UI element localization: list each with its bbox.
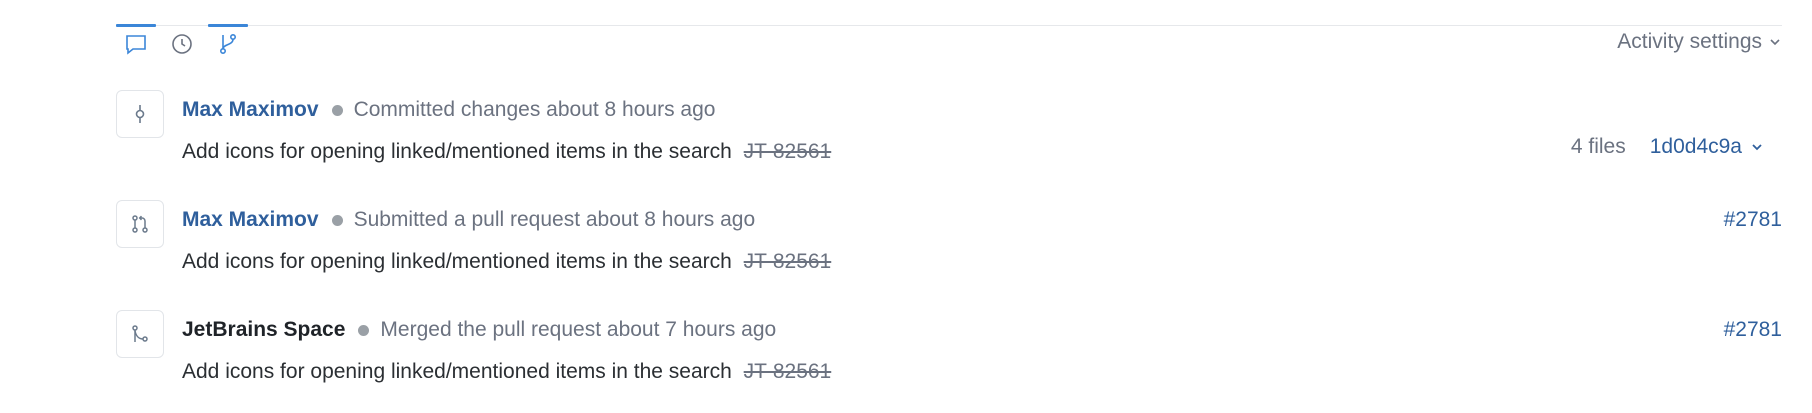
activity-filter-tabs	[116, 24, 248, 64]
commit-message: Add icons for opening linked/mentioned i…	[182, 360, 831, 384]
activity-action: Submitted a pull request about 8 hours a…	[353, 208, 756, 231]
commit-hash: 1d0d4c9a	[1649, 135, 1742, 158]
status-dot	[358, 324, 370, 336]
message-text: Add icons for opening linked/mentioned i…	[182, 360, 732, 383]
status-dot	[331, 214, 343, 226]
pull-request-link[interactable]: #2781	[1724, 208, 1782, 232]
comment-icon	[126, 35, 146, 55]
activity-item-pull-request: Max Maximov Submitted a pull request abo…	[116, 200, 1782, 290]
author-link[interactable]: JetBrains Space	[182, 318, 345, 342]
issue-link[interactable]: JT-82561	[744, 360, 832, 383]
activity-header: Max Maximov Committed changes about 8 ho…	[182, 98, 715, 122]
activity-action: Committed changes about 8 hours ago	[353, 98, 716, 121]
commit-meta: 4 files 1d0d4c9a	[1571, 135, 1764, 159]
activity-item-merge: JetBrains Space Merged the pull request …	[116, 310, 1782, 400]
commit-icon	[135, 105, 145, 123]
message-text: Add icons for opening linked/mentioned i…	[182, 140, 732, 163]
activity-divider	[116, 25, 1782, 26]
status-dot	[331, 104, 343, 116]
files-count[interactable]: 4 files	[1571, 135, 1626, 159]
activity-settings-label: Activity settings	[1617, 30, 1762, 53]
activity-action: Merged the pull request about 7 hours ag…	[380, 318, 777, 341]
issue-link[interactable]: JT-82561	[744, 250, 832, 273]
activity-icon-box	[116, 90, 164, 138]
commit-message: Add icons for opening linked/mentioned i…	[182, 250, 831, 274]
activity-header: JetBrains Space Merged the pull request …	[182, 318, 776, 342]
clock-icon	[172, 34, 192, 54]
activity-icon-box	[116, 310, 164, 358]
message-text: Add icons for opening linked/mentioned i…	[182, 250, 732, 273]
author-link[interactable]: Max Maximov	[182, 98, 319, 122]
branch-icon	[220, 33, 237, 54]
activity-settings-button[interactable]: Activity settings	[1617, 27, 1782, 57]
activity-header: Max Maximov Submitted a pull request abo…	[182, 208, 755, 232]
issue-link[interactable]: JT-82561	[744, 140, 832, 163]
pull-request-icon	[132, 215, 148, 233]
chevron-down-icon	[1770, 39, 1780, 46]
tab-code-changes[interactable]	[208, 24, 248, 64]
pull-request-link[interactable]: #2781	[1724, 318, 1782, 342]
tab-history[interactable]	[162, 24, 202, 64]
activity-item-commit: Max Maximov Committed changes about 8 ho…	[116, 90, 1782, 180]
chevron-down-icon	[1752, 144, 1762, 151]
commit-message: Add icons for opening linked/mentioned i…	[182, 140, 831, 164]
tab-comments[interactable]	[116, 24, 156, 64]
activity-icon-box	[116, 200, 164, 248]
commit-hash-dropdown[interactable]: 1d0d4c9a	[1650, 135, 1764, 159]
author-link[interactable]: Max Maximov	[182, 208, 319, 232]
merge-icon	[132, 325, 148, 342]
